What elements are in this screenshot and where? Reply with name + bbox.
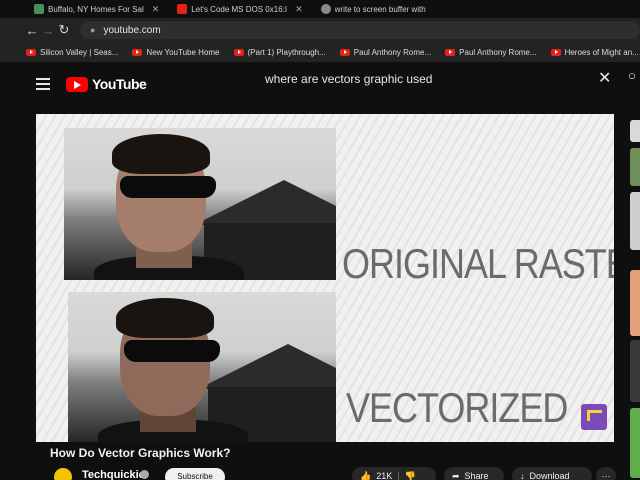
youtube-icon [233,48,244,56]
bookmark-label: Paul Anthony Rome... [459,47,537,57]
subscribe-button[interactable]: Subscribe [165,468,225,480]
url-text: youtube.com [103,24,161,36]
video-title: How Do Vector Graphics Work? [50,446,231,460]
bookmark-4[interactable]: Paul Anthony Rome... [339,47,432,57]
clear-search-icon[interactable]: ✕ [598,68,611,88]
share-button[interactable]: ➦ Share [444,467,504,480]
youtube-icon [339,48,350,56]
caption-original-raster: ORIGINAL RASTER [342,240,614,288]
recommendations-sidebar [628,114,640,480]
recommendation-thumbnail[interactable] [630,120,640,142]
screen: Buffalo, NY Homes For Sal ✕ Let's Code M… [0,0,640,480]
browser-tab-3[interactable]: write to screen buffer with [315,0,432,18]
recommendation-thumbnail[interactable] [630,148,640,186]
recommendation-thumbnail[interactable] [630,408,640,478]
verified-icon [140,470,149,479]
address-bar[interactable]: ● youtube.com [80,21,640,39]
bookmark-1[interactable]: Silicon Valley | Seas... [26,48,118,57]
vectorized-photo [68,292,336,442]
sunglasses [120,176,216,198]
close-icon[interactable]: ✕ [295,4,303,15]
watch-page: ORIGINAL RASTER VECTORIZED How Do Vector… [0,106,640,480]
bookmark-5[interactable]: Paul Anthony Rome... [445,47,537,57]
site-info-icon[interactable]: ● [90,25,95,35]
sunglasses [124,340,220,362]
bookmark-3[interactable]: (Part 1) Playthrough... [233,47,326,57]
bookmark-label: Paul Anthony Rome... [353,47,432,57]
video-player[interactable]: ORIGINAL RASTER VECTORIZED [36,114,614,442]
like-count: 21K [376,471,393,480]
youtube-icon [445,48,456,56]
download-button[interactable]: ↓ Download [512,467,592,480]
youtube-header: YouTube where are vectors graphic used ✕… [0,62,640,106]
youtube-logo[interactable]: YouTube [66,76,147,92]
bookmarks-bar: Silicon Valley | Seas... New YouTube Hom… [0,42,640,62]
hamburger-menu-icon[interactable] [36,78,50,90]
bookmark-label: Heroes of Might an... [564,47,639,57]
play-logo-icon [66,76,88,92]
download-label: Download [529,471,570,480]
tab-title: Buffalo, NY Homes For Sal [48,4,144,14]
tab-title: Let's Code MS DOS 0x16:I [191,4,288,14]
thumbs-down-icon[interactable]: 👎 [405,471,416,480]
youtube-icon [26,48,36,56]
caption-vectorized: VECTORIZED [346,384,568,432]
youtube-icon [550,48,561,56]
globe-icon [320,4,331,14]
bookmark-label: Silicon Valley | Seas... [40,47,119,57]
bookmark-6[interactable]: Heroes of Might an... [550,47,639,57]
recommendation-thumbnail[interactable] [630,340,640,402]
channel-avatar[interactable] [54,468,72,480]
tab-title: write to screen buffer with [334,4,426,14]
channel-row: Techquickie Subscribe 👍 21K | 👎 ➦ Share … [50,464,640,480]
browser-tab-strip: Buffalo, NY Homes For Sal ✕ Let's Code M… [0,0,640,18]
download-icon: ↓ [520,471,525,480]
address-bar-row: ← → ↻ ● youtube.com [0,18,640,42]
browser-tab-1[interactable]: Buffalo, NY Homes For Sal ✕ [28,0,165,18]
recommendation-thumbnail[interactable] [630,192,640,250]
thumbs-up-icon: 👍 [360,470,372,480]
like-button[interactable]: 👍 21K | 👎 [352,467,436,480]
recommendation-thumbnail[interactable] [630,270,640,336]
channel-watermark-icon[interactable] [581,404,607,430]
logo-text: YouTube [92,76,147,92]
share-label: Share [464,471,489,480]
search-icon[interactable]: ○ [628,68,636,83]
close-icon[interactable]: ✕ [152,4,160,15]
channel-name[interactable]: Techquickie [82,469,145,480]
share-icon: ➦ [452,470,460,480]
forward-arrow-icon[interactable]: → [40,23,56,38]
youtube-icon [177,4,188,14]
raster-photo [64,128,336,280]
search-query-text[interactable]: where are vectors graphic used [265,72,432,86]
more-actions-button[interactable]: ··· [596,467,616,480]
browser-tab-2[interactable]: Let's Code MS DOS 0x16:I ✕ [171,0,308,18]
bookmark-label: (Part 1) Playthrough... [247,47,326,57]
house-icon [34,4,44,14]
reload-icon[interactable]: ↻ [56,22,72,38]
youtube-icon [132,48,143,56]
back-arrow-icon[interactable]: ← [24,23,40,38]
bookmark-2[interactable]: New YouTube Home [132,47,220,57]
bookmark-label: New YouTube Home [146,47,220,57]
